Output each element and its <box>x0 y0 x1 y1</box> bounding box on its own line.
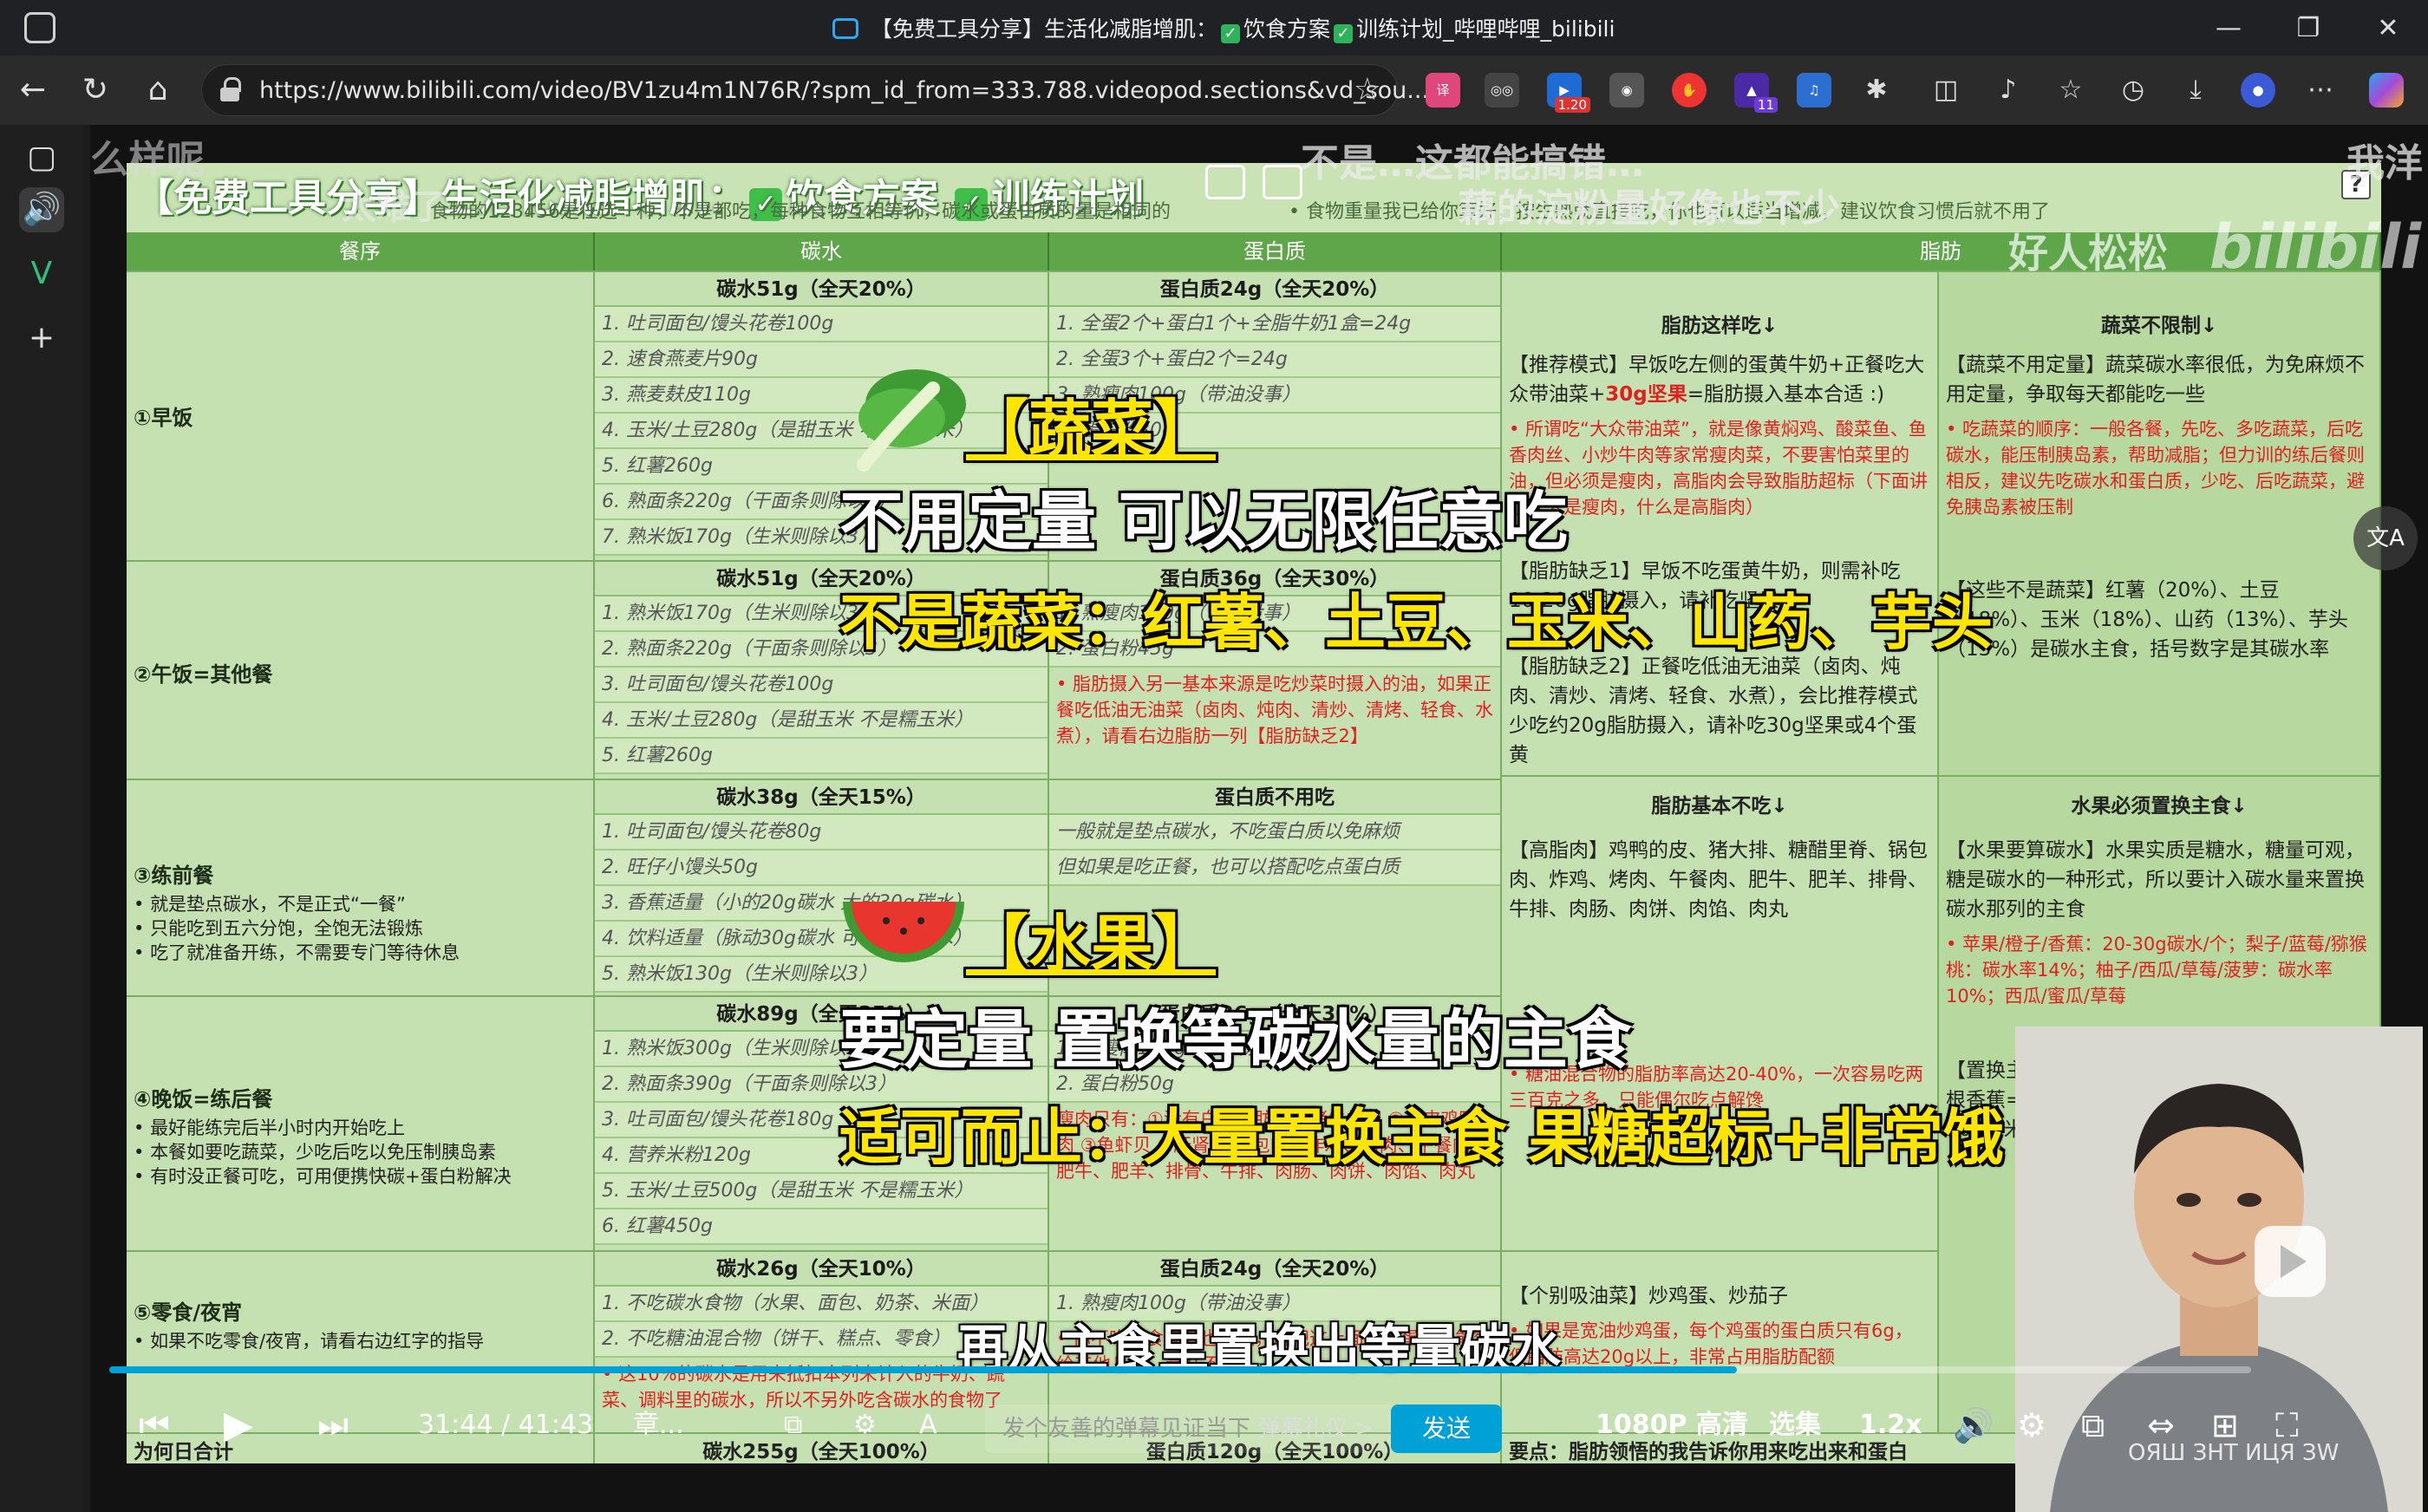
list-item: 本餐如要吃蔬菜，少吃后吃以免压制胰岛素 <box>134 1140 586 1164</box>
read-aloud-icon[interactable]: ♪ <box>1991 73 2026 108</box>
danmaku-toggle-icon[interactable]: ⧉ <box>784 1399 802 1451</box>
checkbox-emoji-icon: ✓ <box>1221 24 1241 43</box>
tab-actions-icon[interactable]: ▢ <box>19 135 64 180</box>
list-item: 只能吃到五六分饱，全饱无法锻炼 <box>134 916 586 941</box>
progress-fill <box>109 1366 1738 1373</box>
send-danmaku-button[interactable]: 发送 <box>1391 1404 1502 1453</box>
overlay-veg-line2: 不是蔬菜：红薯、土豆、玉米、山药、芋头 <box>839 587 1993 658</box>
overlay-veg-title: 【蔬菜】 <box>966 393 1217 466</box>
overlay-veg-line1: 不用定量 可以无限任意吃 <box>839 485 1568 559</box>
spy-extension-icon[interactable]: ◉ <box>1609 73 1644 108</box>
browser-toolbar: ← ↻ ⌂ https://www.bilibili.com/video/BV1… <box>0 55 2428 125</box>
close-button[interactable]: ✕ <box>2348 0 2428 55</box>
danmaku-settings-icon[interactable]: ⚙ <box>853 1399 877 1451</box>
previous-icon[interactable]: ⏮ <box>139 1399 170 1451</box>
window-controls: — ❐ ✕ <box>2189 0 2428 55</box>
list-item: 有时没正餐可吃，可用便携快碳+蛋白粉解决 <box>134 1164 586 1189</box>
danmaku-input[interactable]: 发个友善的弹幕见证当下 弹幕礼仪 > <box>985 1404 1393 1453</box>
play-icon <box>2281 1245 2307 1278</box>
more-menu-icon[interactable]: ⋯ <box>2303 73 2338 108</box>
lock-icon[interactable] <box>219 77 242 103</box>
play-button[interactable]: ▶ <box>224 1399 253 1451</box>
restore-button[interactable]: ❐ <box>2268 0 2348 55</box>
vegetable-icon <box>857 369 966 472</box>
title-bar: 【免费工具分享】生活化减脂增肌： ✓ 饮食方案 ✓ 训练计划_哔哩哔哩_bilibili… <box>0 0 2428 55</box>
settings-gear-icon[interactable]: ⚙ <box>2017 1399 2046 1451</box>
url-text[interactable]: https://www.bilibili.com/video/BV1zu4m1N… <box>259 77 1429 104</box>
chapter-button[interactable]: 章... <box>633 1399 684 1451</box>
time-display: 31:44 / 41:43 <box>418 1410 594 1440</box>
add-tab-icon[interactable]: + <box>19 316 64 361</box>
split-screen-icon[interactable]: ◫ <box>1929 73 1963 108</box>
list-item: 吃了就准备开练，不需要专门等待休息 <box>134 941 586 965</box>
browser-sidebar: ▢ 🔊 V + <box>0 125 83 1512</box>
refresh-icon[interactable]: ↻ <box>76 71 114 109</box>
list-item: 如果不吃零食/夜宵，请看右边红字的指导 <box>134 1329 586 1353</box>
quality-button[interactable]: 1080P 高清 <box>1596 1399 1748 1451</box>
bilibili-tv-icon <box>832 18 858 39</box>
sheet-note-left: 食物的123456是任选一种，不是都吃，每种食物互相等价，碳水或蛋白质的量是相同… <box>430 201 1171 223</box>
checkbox-emoji-icon: ✓ <box>1334 24 1354 43</box>
overlay-fruit-line2: 适可而止：大量置换主食 果糖超标+非常饿 <box>839 1102 2005 1173</box>
window-title: 【免费工具分享】生活化减脂增肌： ✓ 饮食方案 ✓ 训练计划_哔哩哔哩_bilibili <box>832 12 1615 43</box>
translate-button[interactable]: 文A <box>2353 506 2418 570</box>
meal-pre-workout: ③练前餐 就是垫点碳水，不是正式“一餐” 只能吃到五六分饱，全饱无法锻炼 吃了就… <box>127 779 595 995</box>
hand-extension-icon[interactable]: ✋ <box>1672 73 1707 108</box>
translate-extension-icon[interactable]: 译 <box>1426 73 1460 108</box>
vue-extension-icon[interactable]: V <box>19 251 64 297</box>
video-player[interactable]: 【免费工具分享】生活化减脂增肌： ✓ 饮食方案 ✓ 训练计划 食物的123456是任选… <box>90 125 2428 1512</box>
play-overlay-button[interactable] <box>2255 1226 2326 1297</box>
pip-mode-icon[interactable]: ⧉ <box>2081 1399 2105 1451</box>
video-extension-icon[interactable]: ▶ 1.20 <box>1547 73 1590 113</box>
overlay-fruit-line1: 要定量 置换等碳水量的主食 <box>839 1003 1632 1078</box>
danmaku-style-icon[interactable]: A <box>919 1399 937 1451</box>
danmaku-text: 太难了 <box>342 187 446 227</box>
meal-dinner: ④晚饭=练后餐 最好能练完后半小时内开始吃上 本餐如要吃蔬菜，少吃后吃以免压制胰… <box>127 995 595 1250</box>
danmaku-text: 藕的淀粉量好像也不少 <box>1459 186 1840 231</box>
address-bar[interactable]: https://www.bilibili.com/video/BV1zu4m1N… <box>201 64 1429 116</box>
list-item: 就是垫点碳水，不是正式“一餐” <box>134 892 586 916</box>
header-carb: 碳水 <box>595 232 1049 270</box>
danmaku-text: 我洋 <box>2346 141 2423 186</box>
profile-avatar[interactable]: ● <box>2241 73 2275 108</box>
download-icon[interactable]: ⤓ <box>2178 73 2213 108</box>
music-extension-icon[interactable]: ♫ <box>1797 73 1831 108</box>
web-fullscreen-icon[interactable]: ⊞ <box>2211 1399 2239 1451</box>
list-item: 最好能练完后半小时内开始吃上 <box>134 1116 586 1140</box>
widescreen-icon[interactable]: ⇔ <box>2147 1399 2175 1451</box>
danmaku-text: 么样呢 <box>90 138 205 182</box>
episodes-button[interactable]: 选集 <box>1769 1399 1821 1451</box>
hat-extension-icon[interactable]: ▲ 11 <box>1734 73 1778 113</box>
speed-button[interactable]: 1.2x <box>1859 1399 1922 1451</box>
mini-player-icon[interactable] <box>1263 165 1302 199</box>
veg-upper: 蔬菜不限制↓ 【蔬菜不用定量】蔬菜碳水率很低，为免麻烦不用定量，争取每天都能吃一… <box>1939 270 2381 775</box>
header-protein: 蛋白质 <box>1049 232 1502 270</box>
copilot-icon[interactable] <box>2369 73 2404 108</box>
meal-breakfast: ①早饭 <box>127 270 595 560</box>
audio-tab-icon[interactable]: 🔊 <box>19 187 64 232</box>
meal-lunch: ②午饭=其他餐 <box>127 560 595 779</box>
favorite-star-icon[interactable]: ☆ <box>1354 72 1381 108</box>
back-arrow-icon[interactable]: ← <box>14 71 52 109</box>
home-icon[interactable]: ⌂ <box>139 71 177 109</box>
extensions-puzzle-icon[interactable]: ✱ <box>1859 73 1894 108</box>
glasses-extension-icon[interactable]: ◎◎ <box>1485 73 1519 108</box>
fullscreen-icon[interactable]: ⛶ <box>2275 1399 2299 1451</box>
bilibili-watermark: bilibili <box>2209 212 2422 283</box>
next-icon[interactable]: ⏭ <box>317 1399 349 1451</box>
volume-icon[interactable]: 🔊 <box>1953 1399 1994 1451</box>
watermelon-icon <box>843 902 964 962</box>
danmaku-etiquette-link[interactable]: 弹幕礼仪 > <box>1257 1416 1374 1442</box>
favorites-icon[interactable]: ☆ <box>2053 73 2088 108</box>
overlay-fruit-title: 【水果】 <box>966 908 1217 981</box>
pip-icon[interactable] <box>1205 165 1245 199</box>
header-meal: 餐序 <box>127 232 595 270</box>
progress-bar[interactable] <box>109 1366 2251 1373</box>
browser-app-icon[interactable] <box>24 12 55 43</box>
minimize-button[interactable]: — <box>2189 0 2268 55</box>
history-icon[interactable]: ◷ <box>2116 73 2151 108</box>
channel-watermark: 好人松松 <box>2008 230 2168 277</box>
